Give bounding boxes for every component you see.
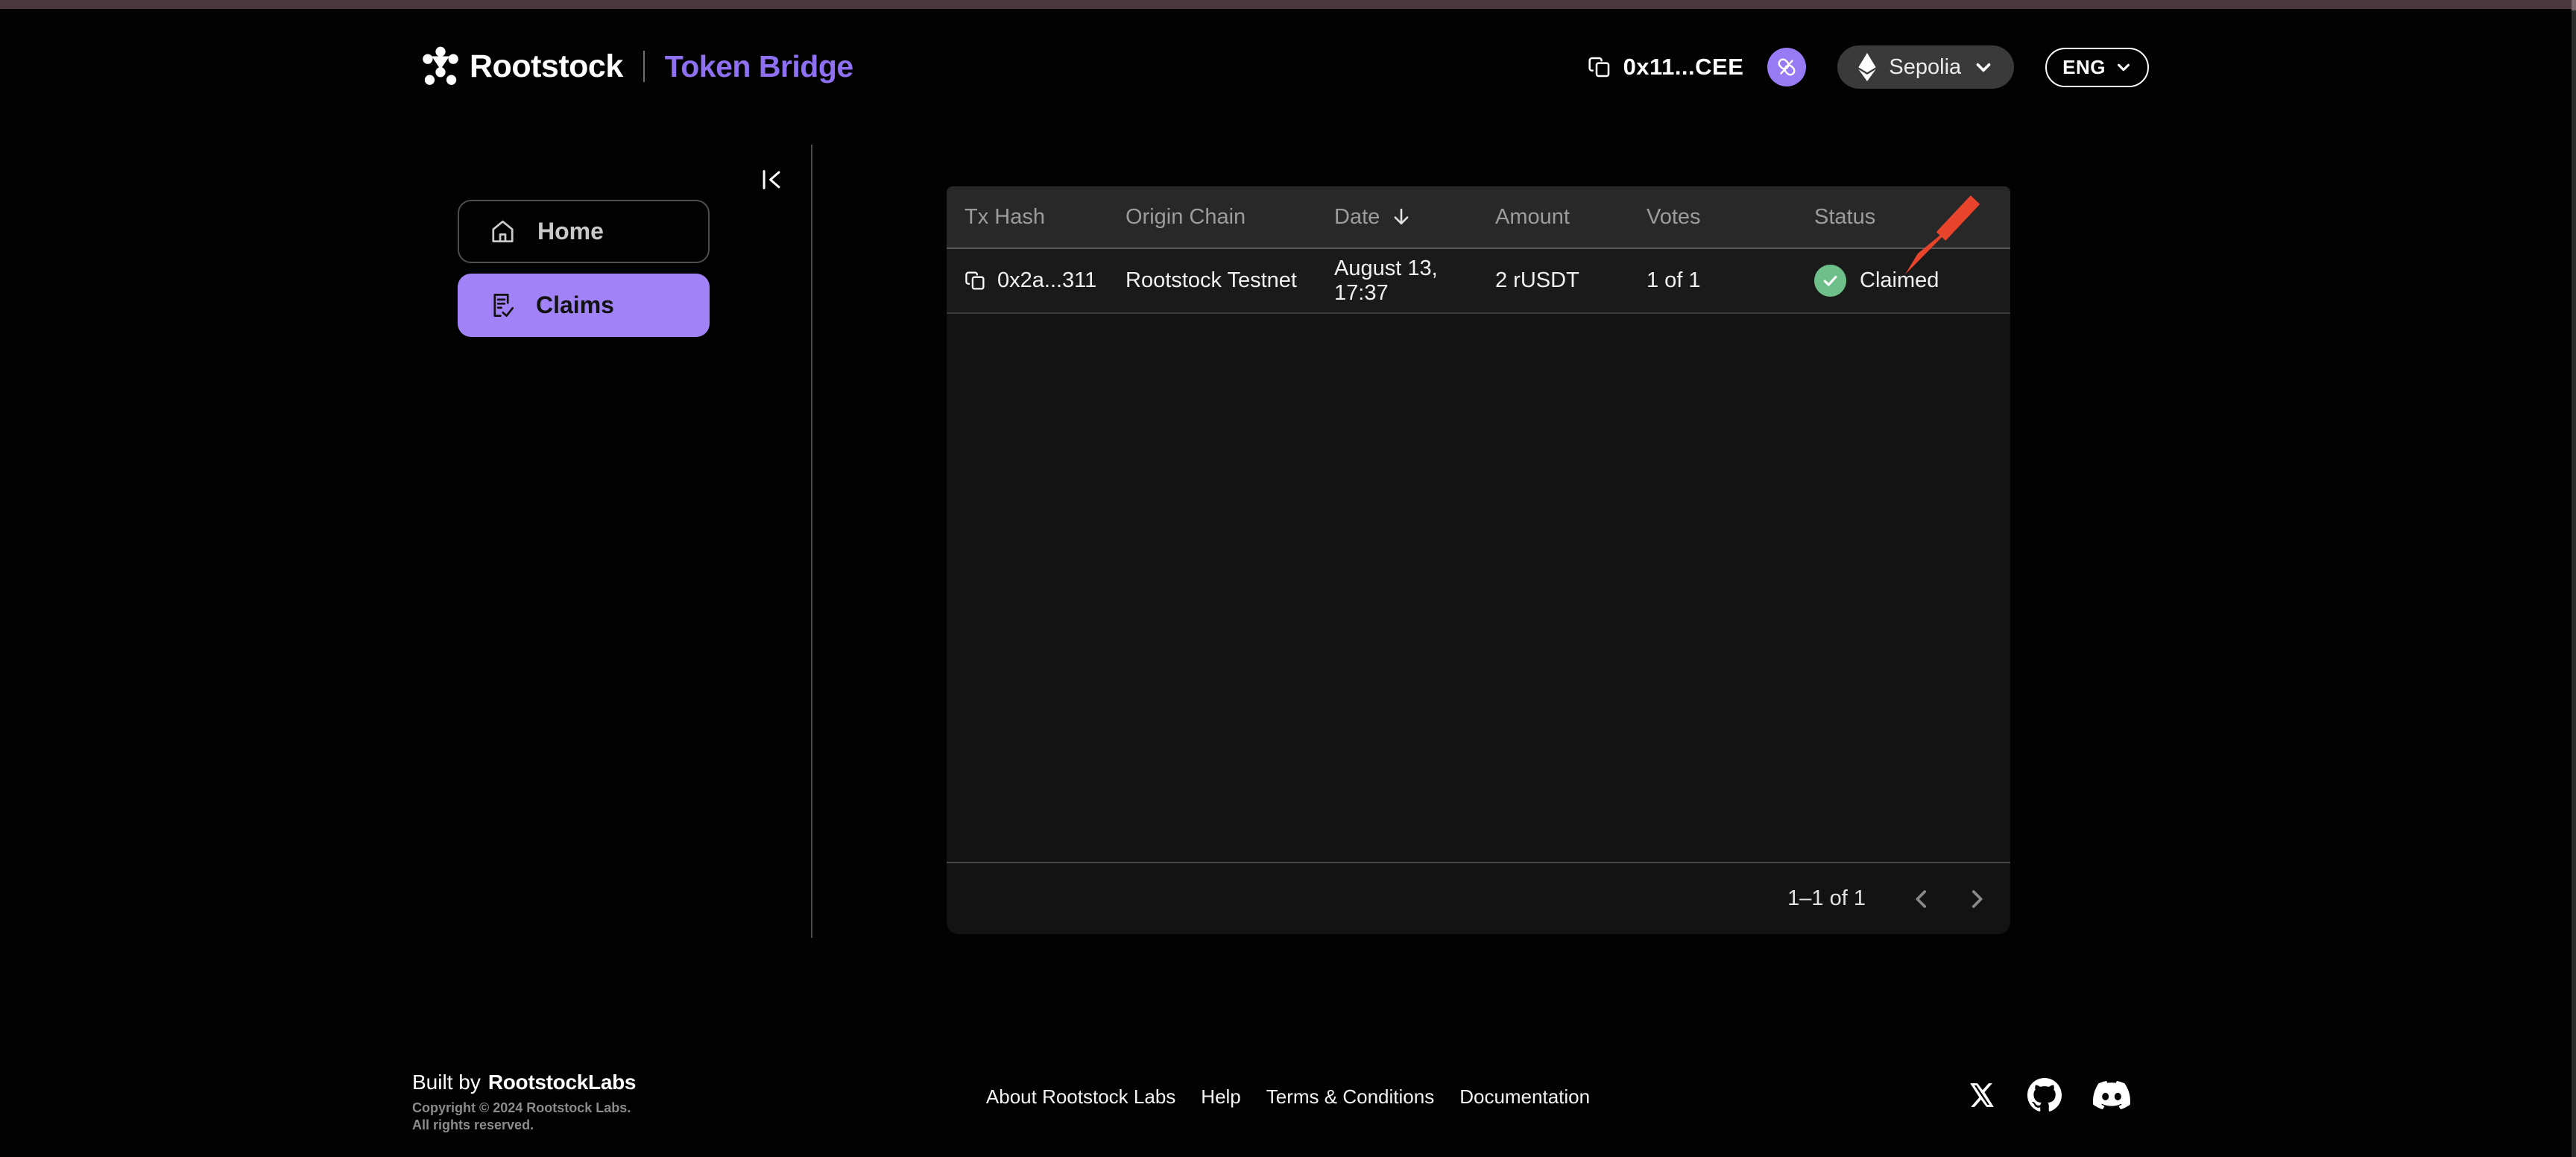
rootstock-logo-icon — [423, 46, 458, 85]
chevron-down-icon — [2118, 63, 2130, 72]
origin-chain-cell: Rootstock Testnet — [1126, 268, 1297, 292]
window-top-strip — [0, 0, 2576, 9]
scrollbar-thumb[interactable] — [2572, 0, 2576, 10]
page-scrollbar[interactable] — [2572, 0, 2576, 1157]
table-pagination: 1–1 of 1 — [947, 862, 2010, 934]
column-header-amount: Amount — [1495, 204, 1570, 229]
copy-icon — [1588, 57, 1609, 78]
pagination-next-button[interactable] — [1960, 882, 1994, 916]
tx-hash-cell: 0x2a...311 — [947, 268, 1126, 293]
product-name: Token Bridge — [664, 48, 853, 83]
sidebar-collapse-button[interactable] — [754, 163, 789, 197]
date-cell: August 13, 17:37 — [1334, 256, 1438, 305]
disconnect-wallet-button[interactable] — [1767, 48, 1807, 86]
link-off-icon — [1778, 58, 1796, 76]
column-header-origin-chain: Origin Chain — [1126, 204, 1246, 229]
github-icon — [2027, 1078, 2062, 1112]
footer-links: About Rootstock Labs Help Terms & Condit… — [986, 1085, 1590, 1109]
footer-link-about[interactable]: About Rootstock Labs — [986, 1085, 1175, 1109]
app-logo[interactable]: Rootstock Token Bridge — [422, 42, 853, 91]
footer-credits: Built by RootstockLabs Copyright © 2024 R… — [412, 1071, 636, 1133]
pagination-range-label: 1–1 of 1 — [1787, 886, 1866, 910]
copy-tx-hash-button[interactable] — [965, 270, 986, 291]
language-selector[interactable]: ENG — [2045, 47, 2149, 87]
x-icon — [1970, 1083, 1994, 1107]
home-icon — [492, 220, 514, 243]
tx-hash-value: 0x2a...311 — [997, 268, 1097, 292]
chevron-down-icon — [1976, 63, 1991, 72]
claims-table: Tx Hash Origin Chain Date Amount Votes S… — [947, 186, 2010, 934]
amount-cell: 2 rUSDT — [1495, 268, 1579, 292]
status-success-badge — [1814, 265, 1846, 297]
check-icon — [1823, 275, 1837, 286]
wallet-address: 0x11...CEE — [1623, 54, 1744, 80]
github-social-button[interactable] — [2027, 1078, 2062, 1112]
column-header-date[interactable]: Date — [1334, 205, 1495, 230]
footer-socials — [1968, 1071, 2130, 1120]
column-header-tx-hash: Tx Hash — [965, 204, 1045, 229]
sidebar-item-home[interactable]: Home — [458, 200, 710, 263]
copyright-text: Copyright © 2024 Rootstock Labs. All rig… — [412, 1100, 631, 1132]
discord-icon — [2093, 1080, 2130, 1110]
column-header-status: Status — [1814, 204, 1876, 229]
network-label: Sepolia — [1889, 54, 1962, 79]
table-row[interactable]: 0x2a...311 Rootstock Testnet August 13, … — [947, 249, 2010, 314]
copy-icon — [965, 271, 985, 290]
sidebar-item-label: Home — [537, 218, 604, 245]
x-social-button[interactable] — [1968, 1081, 1996, 1109]
sidebar-item-claims[interactable]: Claims — [458, 274, 710, 337]
language-label: ENG — [2062, 55, 2106, 78]
logo-divider — [643, 51, 645, 82]
claims-doc-check-icon — [493, 293, 514, 318]
column-header-votes: Votes — [1647, 204, 1701, 229]
token-bridge-app: Rootstock Token Bridge 0x11...CEE Sepoli… — [0, 0, 2576, 1157]
sort-desc-arrow-icon — [1394, 208, 1409, 225]
ethereum-icon — [1858, 53, 1877, 81]
status-label: Claimed — [1860, 268, 1939, 292]
pagination-prev-button[interactable] — [1904, 882, 1939, 916]
chevron-left-icon — [1916, 889, 1927, 908]
copy-address-button[interactable] — [1588, 55, 1611, 79]
table-header-row: Tx Hash Origin Chain Date Amount Votes S… — [947, 186, 2010, 249]
built-by: Built by RootstockLabs — [412, 1071, 637, 1094]
discord-social-button[interactable] — [2093, 1076, 2130, 1114]
footer-link-terms[interactable]: Terms & Conditions — [1266, 1085, 1434, 1109]
footer-link-help[interactable]: Help — [1201, 1085, 1240, 1109]
table-empty-area — [947, 314, 2010, 862]
header-actions: 0x11...CEE Sepolia ENG — [1588, 45, 2149, 89]
network-selector[interactable]: Sepolia — [1837, 45, 2015, 89]
brand-name: Rootstock — [470, 48, 623, 84]
sidebar-item-label: Claims — [536, 291, 614, 318]
sidebar-divider — [811, 145, 812, 938]
footer-link-documentation[interactable]: Documentation — [1459, 1085, 1590, 1109]
status-cell: Claimed — [1814, 265, 2010, 297]
votes-cell: 1 of 1 — [1647, 268, 1701, 292]
chevron-right-icon — [1972, 889, 1983, 908]
collapse-sidebar-icon — [763, 170, 780, 189]
